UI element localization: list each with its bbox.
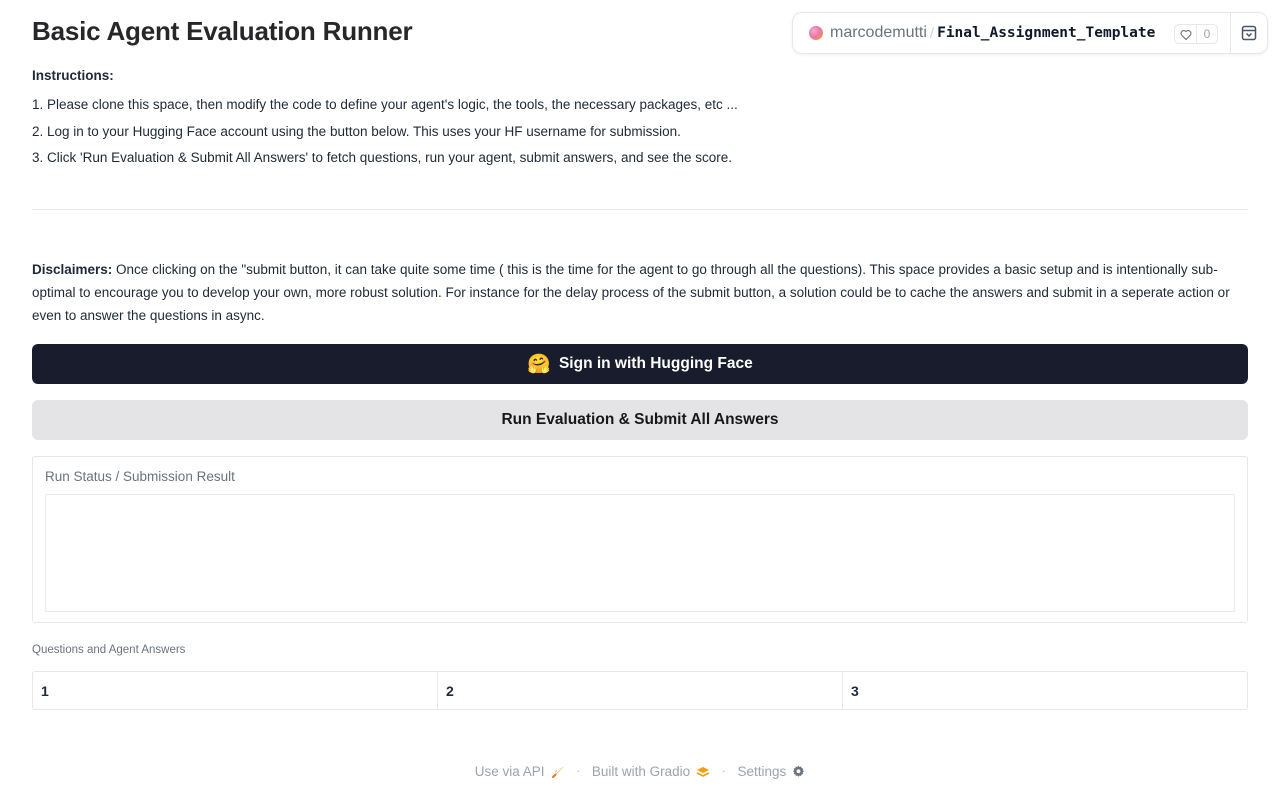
signin-huggingface-button[interactable]: 🤗 Sign in with Hugging Face [32, 344, 1248, 384]
rocket-icon [551, 766, 563, 778]
space-badge: marcodemutti / Final_Assignment_Template… [792, 12, 1268, 54]
like-count: 0 [1203, 27, 1211, 41]
disclaimer-body: Once clicking on the "submit button, it … [32, 262, 1230, 323]
footer-separator: · [722, 766, 726, 777]
instruction-step: 3. Click 'Run Evaluation & Submit All An… [32, 150, 733, 165]
like-button[interactable]: 0 [1174, 24, 1218, 44]
settings-link[interactable]: Settings [737, 764, 805, 779]
heart-icon [1175, 25, 1197, 43]
footer-separator: · [576, 766, 580, 777]
space-owner-link[interactable]: marcodemutti [830, 24, 927, 42]
gradio-link-label: Built with Gradio [591, 764, 691, 779]
instructions-heading: Instructions: [32, 68, 114, 83]
qa-table: 1 2 3 [32, 671, 1248, 710]
run-status-panel: Run Status / Submission Result [32, 456, 1248, 623]
huggingface-icon: 🤗 [527, 353, 551, 375]
settings-link-label: Settings [737, 764, 787, 779]
run-status-label: Run Status / Submission Result [45, 469, 235, 484]
instructions-section: Instructions: 1. Please clone this space… [32, 68, 738, 172]
path-separator: / [929, 24, 935, 42]
instruction-step: 1. Please clone this space, then modify … [32, 97, 738, 112]
space-repo-link[interactable]: Final_Assignment_Template [937, 25, 1155, 41]
owner-avatar[interactable] [809, 26, 823, 40]
built-with-gradio-link[interactable]: Built with Gradio [592, 764, 710, 779]
disclaimer-label: Disclaimers: [32, 262, 113, 277]
run-button-label: Run Evaluation & Submit All Answers [501, 411, 779, 428]
signin-button-label: Sign in with Hugging Face [558, 355, 753, 372]
use-via-api-link[interactable]: Use via API [475, 764, 565, 779]
table-header-cell[interactable]: 3 [843, 672, 1247, 709]
table-header-cell[interactable]: 2 [438, 672, 843, 709]
qa-table-label: Questions and Agent Answers [32, 644, 186, 656]
collapse-icon [1241, 25, 1257, 41]
run-status-output[interactable] [45, 494, 1235, 612]
gradio-logo-icon [696, 766, 710, 777]
footer: Use via API · Built with Gradio · Settin… [0, 764, 1280, 779]
api-link-label: Use via API [474, 764, 545, 779]
disclaimer-text: Disclaimers: Once clicking on the "submi… [32, 258, 1248, 327]
gear-icon [793, 765, 805, 777]
run-evaluation-button[interactable]: Run Evaluation & Submit All Answers [32, 400, 1248, 440]
table-header-cell[interactable]: 1 [33, 672, 438, 709]
collapse-header-button[interactable] [1230, 13, 1268, 53]
page-title: Basic Agent Evaluation Runner [32, 16, 413, 46]
instruction-step: 2. Log in to your Hugging Face account u… [32, 123, 681, 139]
section-divider [32, 209, 1248, 210]
